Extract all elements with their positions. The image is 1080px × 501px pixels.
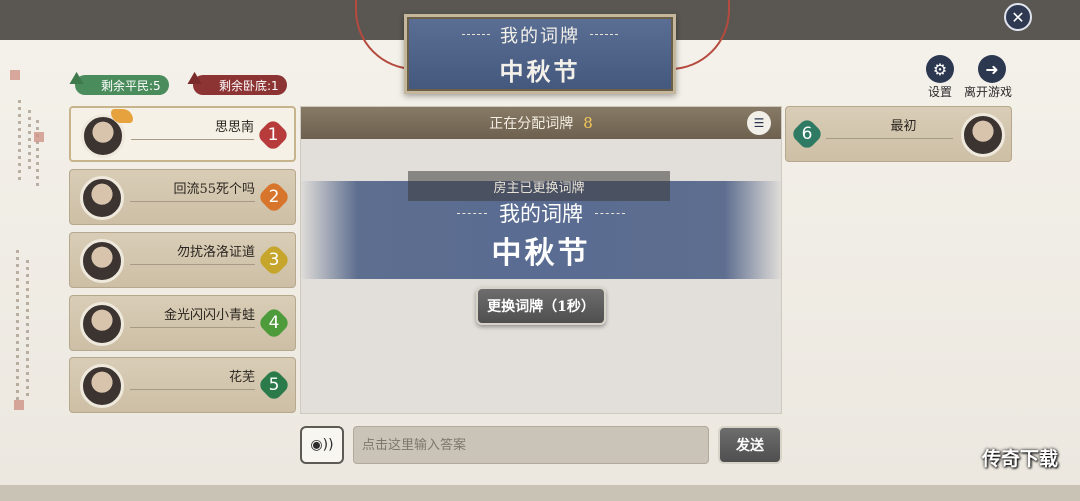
distribution-countdown: 8 (583, 114, 593, 132)
player-name: 花芜 (228, 370, 255, 385)
avatar (961, 113, 1005, 157)
leave-game-label: 离开游戏 (964, 85, 1013, 99)
card-subtitle: 我的词牌 (499, 202, 583, 226)
card-word: 中秋节 (491, 236, 591, 271)
list-button[interactable]: ☰ (747, 111, 771, 135)
change-card-button[interactable]: 更换词牌（1秒） (476, 287, 606, 325)
player-name: 金光闪闪小青蛙 (163, 308, 255, 323)
host-flag-icon (111, 109, 133, 123)
title-plaque: 我的词牌 中秋节 (404, 14, 676, 94)
close-icon: ✕ (1011, 7, 1025, 27)
watermark: 传奇下载 (982, 448, 1059, 470)
divider (131, 139, 254, 140)
exit-icon: ➜ (985, 59, 999, 79)
avatar (80, 176, 124, 220)
title-subtitle-row: 我的词牌 (462, 22, 618, 48)
player-name: 回流55死个吗 (173, 182, 255, 197)
voice-icon: ◉)) (310, 437, 334, 453)
player-card-5[interactable]: 花芜 5 (69, 357, 296, 413)
civilians-remaining-badge: ⛰ 剩余平民:5 (69, 68, 169, 95)
player-card-3[interactable]: 勿扰洛洛证道 3 (69, 232, 296, 288)
civilian-emblem-icon: ⛰ (69, 68, 85, 89)
host-changed-notice: 房主已更换词牌 (408, 171, 670, 201)
gear-icon: ⚙ (932, 59, 948, 79)
settings-button[interactable]: ⚙ (926, 55, 954, 83)
spy-emblem-icon: ⛰ (187, 68, 203, 89)
civilians-remaining-text: 剩余平民:5 (101, 78, 161, 93)
player-card-2[interactable]: 回流55死个吗 2 (69, 169, 296, 225)
seat-number-badge: 6 (792, 119, 822, 149)
card-subtitle-row: 我的词牌 (300, 198, 782, 228)
leave-game-button[interactable]: ➜ (978, 55, 1006, 83)
spies-remaining-badge: ⛰ 剩余卧底:1 (187, 68, 287, 95)
divider (130, 264, 255, 265)
divider (130, 389, 255, 390)
divider (826, 138, 953, 139)
player-card-4[interactable]: 金光闪闪小青蛙 4 (69, 295, 296, 351)
title-main: 中秋节 (499, 56, 581, 86)
title-subtitle: 我的词牌 (500, 25, 580, 47)
answer-input[interactable] (353, 426, 709, 464)
calligraphy-decoration (6, 70, 46, 410)
distribution-status: 正在分配词牌 (489, 116, 574, 132)
avatar (80, 302, 124, 346)
divider (130, 201, 255, 202)
list-icon: ☰ (753, 116, 765, 130)
divider (130, 327, 255, 328)
seat-number-badge: 2 (259, 182, 289, 212)
spies-remaining-text: 剩余卧底:1 (219, 78, 279, 93)
bottom-strip (0, 485, 1080, 501)
distribution-header: 正在分配词牌 8 (301, 107, 781, 139)
avatar (80, 364, 124, 408)
seat-number-badge: 1 (258, 120, 288, 150)
seat-number-badge: 3 (259, 245, 289, 275)
seat-number-badge: 4 (259, 308, 289, 338)
close-button[interactable]: ✕ (1004, 3, 1032, 31)
avatar (80, 239, 124, 283)
player-card-1[interactable]: 思思南 1 (69, 106, 296, 162)
send-button[interactable]: 发送 (718, 426, 782, 464)
player-name: 思思南 (214, 120, 254, 135)
player-name: 勿扰洛洛证道 (176, 245, 255, 260)
seat-number-badge: 5 (259, 370, 289, 400)
voice-button[interactable]: ◉)) (300, 426, 344, 464)
settings-label: 设置 (928, 85, 953, 99)
player-card-6[interactable]: 6 最初 (785, 106, 1012, 162)
